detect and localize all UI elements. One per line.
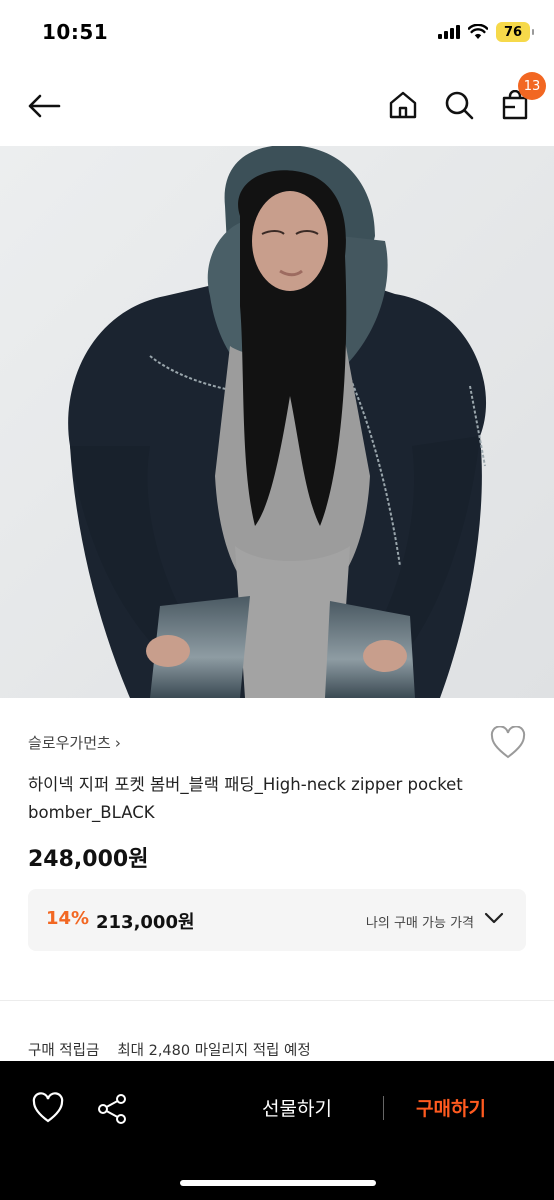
points-label: 구매 적립금 xyxy=(28,1043,100,1059)
section-divider xyxy=(0,1000,554,1001)
buy-button[interactable]: 구매하기 xyxy=(416,1094,486,1121)
home-indicator[interactable] xyxy=(180,1180,376,1186)
points-row: 구매 적립금 최대 2,480 마일리지 적립 예정 xyxy=(28,1039,311,1060)
battery-icon: 76 xyxy=(496,22,534,42)
nav-actions: 13 xyxy=(384,72,546,124)
chevron-down-icon xyxy=(484,912,504,924)
bottom-wishlist-button[interactable] xyxy=(30,1091,66,1127)
search-icon xyxy=(445,91,474,120)
back-button[interactable] xyxy=(24,88,64,124)
product-photo xyxy=(0,146,554,698)
bottom-action-bar: 선물하기 구매하기 xyxy=(0,1061,554,1200)
cart-button[interactable]: 13 xyxy=(496,72,546,124)
status-bar: 10:51 76 xyxy=(0,0,554,66)
wishlist-button[interactable] xyxy=(490,725,526,760)
discount-rate: 14% xyxy=(46,908,90,929)
search-button[interactable] xyxy=(440,86,478,124)
brand-name: 슬로우가먼츠 xyxy=(28,734,111,752)
discount-price: 213,000원 xyxy=(96,912,195,933)
home-icon xyxy=(389,91,417,119)
top-nav: 13 xyxy=(0,66,554,146)
heart-icon xyxy=(32,1092,64,1123)
button-separator xyxy=(383,1096,384,1120)
gift-button[interactable]: 선물하기 xyxy=(262,1094,332,1121)
product-title: 하이넥 지퍼 포켓 봄버_블랙 패딩_High-neck zipper pock… xyxy=(28,775,463,822)
cart-count-badge: 13 xyxy=(518,72,546,100)
wifi-icon xyxy=(468,24,488,39)
chevron-right-icon: › xyxy=(114,733,121,752)
original-price: 248,000원 xyxy=(28,847,149,872)
points-value: 최대 2,480 마일리지 적립 예정 xyxy=(117,1043,311,1059)
status-time: 10:51 xyxy=(42,20,109,44)
share-icon xyxy=(98,1094,126,1124)
my-price-label: 나의 구매 가능 가격 xyxy=(365,916,474,931)
share-button[interactable] xyxy=(94,1091,130,1127)
my-price-toggle[interactable]: 14% 213,000원 나의 구매 가능 가격 xyxy=(28,889,526,951)
product-image[interactable] xyxy=(0,146,554,698)
status-icons: 76 xyxy=(438,22,534,42)
cellular-signal-icon xyxy=(438,25,460,39)
home-button[interactable] xyxy=(384,86,422,124)
heart-icon xyxy=(490,725,526,759)
brand-link[interactable]: 슬로우가먼츠 › xyxy=(28,732,121,753)
back-arrow-icon xyxy=(28,94,61,118)
